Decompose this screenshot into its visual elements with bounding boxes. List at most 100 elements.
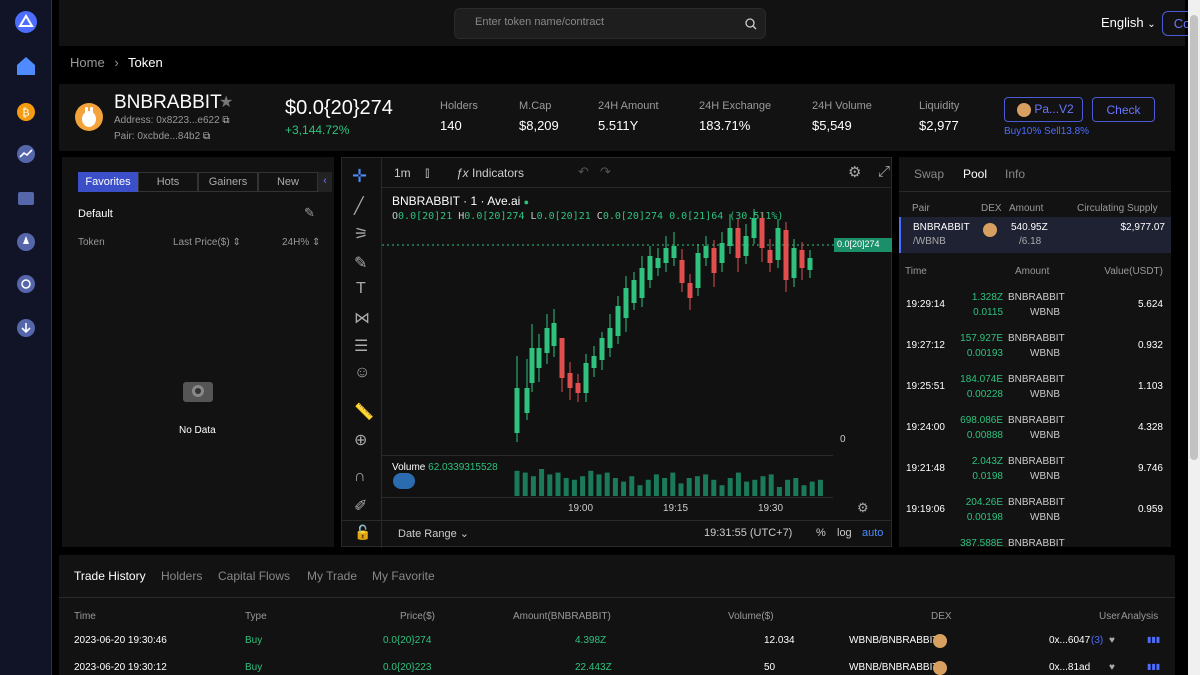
search-box[interactable] — [454, 8, 766, 39]
date-range-button[interactable]: Date Range ⌄ — [398, 527, 469, 540]
row-dex[interactable]: WBNB/BNBRABBIT — [849, 662, 938, 673]
star-icon[interactable]: ★ — [219, 92, 233, 112]
tab-trade-history[interactable]: Trade History — [74, 569, 146, 583]
copy-icon[interactable]: ⧉ — [203, 131, 210, 142]
trade-row[interactable]: 19:29:14 1.328Z BNBRABBIT 0.0115 WBNB 5.624 — [899, 285, 1171, 326]
search-icon[interactable] — [745, 18, 757, 30]
trade-row[interactable]: 387.588E BNBRABBIT — [899, 531, 1171, 547]
row-count: (3) — [1091, 635, 1104, 646]
pair-version-button[interactable]: Pa...V2 — [1004, 97, 1083, 122]
settings-icon[interactable]: ⚙ — [848, 163, 861, 181]
wallet-icon[interactable] — [14, 186, 38, 210]
trade-amount-2: 0.00193 — [966, 348, 1003, 359]
col-change[interactable]: 24H% ⇕ — [282, 237, 320, 248]
crosshair-icon[interactable]: ✛ — [352, 166, 367, 187]
fib-icon[interactable]: ☰ — [354, 336, 368, 356]
trade-row[interactable]: 19:27:12 157.927E BNBRABBIT 0.00193 WBNB 0.93… — [899, 326, 1171, 367]
trade-row[interactable]: 19:24:00 698.086E BNBRABBIT 0.00888 WBNB 4.32… — [899, 408, 1171, 449]
analysis-icon[interactable]: ▮▮▮ — [1147, 662, 1160, 671]
tab-my-trade[interactable]: My Trade — [307, 569, 357, 583]
tab-hots[interactable]: Hots — [138, 172, 198, 192]
volume-bar — [571, 479, 577, 496]
breadcrumb-home[interactable]: Home — [70, 55, 105, 70]
col-user: User — [1099, 611, 1121, 622]
indicators-button[interactable]: ƒx Indicators — [456, 166, 524, 180]
emoji-icon[interactable]: ☺ — [354, 364, 370, 382]
target-icon[interactable] — [14, 272, 38, 296]
copy-icon[interactable]: ⧉ — [222, 115, 229, 126]
trade-row[interactable]: 19:21:48 2.043Z BNBRABBIT 0.0198 WBNB 9.746 — [899, 449, 1171, 490]
row-user[interactable]: 0x...81ad — [1049, 662, 1090, 673]
last-price-tag: 0.0[20]274 — [834, 238, 892, 252]
heart-icon[interactable]: ♥ — [1109, 635, 1115, 646]
unlock-icon[interactable]: 🔓 — [354, 524, 371, 541]
check-button[interactable]: Check — [1092, 97, 1155, 122]
tab-new[interactable]: New — [258, 172, 318, 192]
candle-type-icon[interactable]: ⫾ — [425, 164, 429, 181]
log-toggle[interactable]: log — [837, 527, 852, 539]
logo-icon[interactable] — [14, 10, 38, 34]
pool-row[interactable]: BNBRABBIT /WBNB 540.95Z /6.18 $2,977.07 — [899, 217, 1171, 253]
tab-gainers[interactable]: Gainers — [198, 172, 258, 192]
axis-settings-icon[interactable]: ⚙ — [857, 500, 869, 516]
undo-icon[interactable]: ↶ — [578, 164, 589, 180]
row-type: Buy — [245, 662, 263, 673]
tab-favorites[interactable]: Favorites — [78, 172, 138, 192]
pair-row: Pair: 0xcbde...84b2 ⧉ — [114, 131, 210, 142]
download-icon[interactable] — [14, 316, 38, 340]
tab-my-favorite[interactable]: My Favorite — [372, 569, 435, 583]
interval-button[interactable]: 1m — [394, 166, 411, 180]
axis-zero-label: 0 — [840, 434, 846, 445]
language-select[interactable]: English ⌄ — [1101, 15, 1156, 30]
zoom-icon[interactable]: ⊕ — [354, 430, 367, 450]
pool-col-dex: DEX — [981, 203, 1002, 214]
tab-holders[interactable]: Holders — [161, 569, 202, 583]
edit-icon[interactable]: ✎ — [304, 205, 315, 221]
pool-col-supply: Circulating Supply — [1077, 203, 1158, 214]
scrollbar-thumb[interactable] — [1190, 15, 1198, 460]
price-chart[interactable]: ✛ ╱ ⚞ ✎ T ⋈ ☰ ☺ 📏 ⊕ ∩ ✐ 🔓 1m ⫾ ƒx Indica… — [341, 157, 916, 548]
line-tool-icon[interactable]: ╱ — [354, 196, 364, 216]
tab-info[interactable]: Info — [1005, 167, 1025, 181]
trade-row[interactable]: 19:25:51 184.074E BNBRABBIT 0.00228 WBNB 1.10… — [899, 367, 1171, 408]
row-user[interactable]: 0x...6047 — [1049, 635, 1090, 646]
stat-value: 5.511Y — [598, 118, 639, 133]
stat-value: $2,977 — [919, 118, 959, 133]
collapse-icon[interactable]: ‹ — [318, 172, 332, 192]
pitchfork-icon[interactable]: ⚞ — [354, 224, 368, 244]
tab-pool[interactable]: Pool — [963, 167, 987, 181]
tab-swap[interactable]: Swap — [914, 167, 944, 181]
fullscreen-icon[interactable]: ⤢ — [878, 163, 890, 180]
percent-toggle[interactable]: % — [816, 527, 826, 539]
candle — [727, 228, 733, 246]
redo-icon[interactable]: ↷ — [600, 164, 611, 180]
pancake-icon — [1017, 102, 1031, 117]
rocket-icon[interactable] — [14, 230, 38, 254]
trade-col-amount: Amount — [1015, 266, 1050, 277]
volume-bar — [539, 469, 545, 496]
page-scrollbar[interactable] — [1188, 0, 1200, 675]
heart-icon[interactable]: ♥ — [1109, 662, 1115, 673]
analysis-icon[interactable]: ▮▮▮ — [1147, 635, 1160, 644]
top-bar: English ⌄ Connect — [59, 0, 1200, 46]
home-icon[interactable] — [14, 54, 38, 78]
magnet-icon[interactable]: ∩ — [354, 468, 366, 486]
trend-icon[interactable] — [14, 142, 38, 166]
lock-draw-icon[interactable]: ✐ — [354, 496, 367, 516]
brush-icon[interactable]: ✎ — [354, 253, 367, 273]
pattern-icon[interactable]: ⋈ — [354, 308, 370, 328]
row-dex[interactable]: WBNB/BNBRABBIT — [849, 635, 938, 646]
volume-bar — [596, 474, 602, 496]
ruler-icon[interactable]: 📏 — [354, 402, 374, 422]
auto-toggle[interactable]: auto — [862, 527, 883, 539]
text-tool-icon[interactable]: T — [356, 280, 366, 298]
bitcoin-icon[interactable]: ₿ — [14, 100, 38, 124]
tab-capital-flows[interactable]: Capital Flows — [218, 569, 290, 583]
candle-area[interactable] — [382, 188, 837, 458]
stat-label: 24H Amount — [598, 100, 659, 112]
trade-token: BNBRABBIT — [1008, 292, 1065, 303]
trade-row[interactable]: 19:19:06 204.26E BNBRABBIT 0.00198 WBNB 0.959 — [899, 490, 1171, 531]
search-input[interactable] — [475, 16, 735, 28]
candle — [536, 348, 542, 368]
col-last-price[interactable]: Last Price($) ⇕ — [173, 237, 241, 248]
